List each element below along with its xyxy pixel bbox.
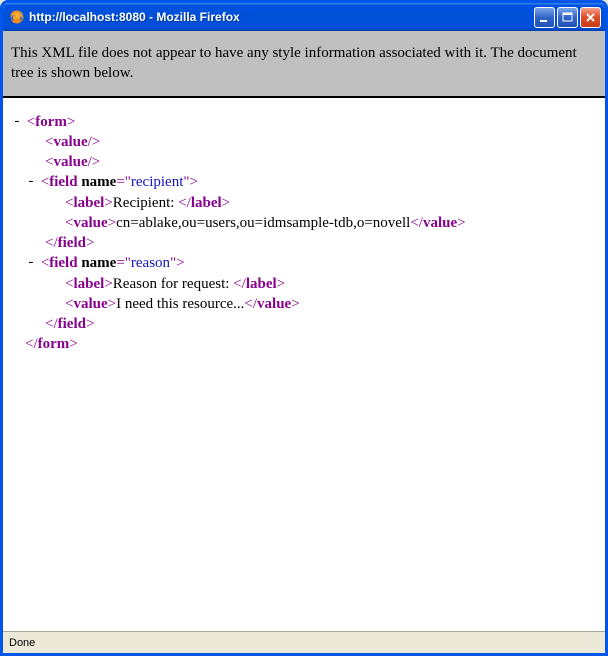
xml-empty-value: <value/> — [11, 152, 597, 172]
xml-tree: - <form> <value/> <value/> - <field name… — [3, 98, 605, 632]
xml-field-close: </field> — [11, 233, 597, 253]
xml-field-close: </field> — [11, 314, 597, 334]
expander-icon[interactable]: - — [11, 113, 23, 132]
xml-value: <value>cn=ablake,ou=users,ou=idmsample-t… — [11, 213, 597, 233]
xml-root-open: - <form> — [11, 112, 597, 132]
window-controls — [534, 7, 601, 28]
expander-icon[interactable]: - — [25, 173, 37, 192]
xml-value: <value>I need this resource...</value> — [11, 294, 597, 314]
content-area: This XML file does not appear to have an… — [3, 31, 605, 653]
status-text: Done — [9, 637, 599, 649]
xml-root-close: </form> — [11, 334, 597, 354]
xml-empty-value: <value/> — [11, 132, 597, 152]
xml-label: <label>Reason for request: </label> — [11, 274, 597, 294]
xml-notice: This XML file does not appear to have an… — [3, 31, 605, 98]
window-title: http://localhost:8080 - Mozilla Firefox — [29, 10, 534, 24]
firefox-icon — [9, 9, 25, 25]
minimize-button[interactable] — [534, 7, 555, 28]
xml-field-open: - <field name="recipient"> — [11, 172, 597, 192]
xml-label: <label>Recipient: </label> — [11, 193, 597, 213]
close-button[interactable] — [580, 7, 601, 28]
maximize-button[interactable] — [557, 7, 578, 28]
xml-field-open: - <field name="reason"> — [11, 253, 597, 273]
expander-icon[interactable]: - — [25, 254, 37, 273]
titlebar[interactable]: http://localhost:8080 - Mozilla Firefox — [3, 3, 605, 31]
browser-window: http://localhost:8080 - Mozilla Firefox … — [0, 0, 608, 656]
statusbar: Done — [3, 631, 605, 653]
